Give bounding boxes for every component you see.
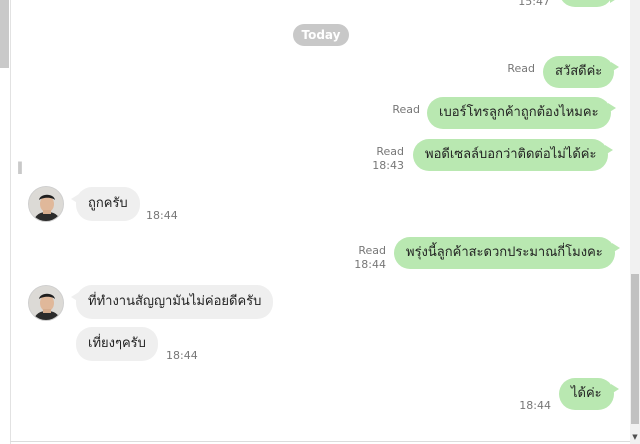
message-bubble-outgoing[interactable]: พรุ่งนี้ลูกค้าสะดวกประมาณกี่โมงคะ xyxy=(394,237,620,269)
scroll-down-arrow-icon[interactable]: ▼ xyxy=(631,432,639,442)
message-time: 15:47 xyxy=(518,0,550,8)
message-time: 18:43 xyxy=(372,159,404,172)
message-time: 18:44 xyxy=(354,258,386,271)
message-bubble-outgoing[interactable]: สวัสดีค่ะ xyxy=(543,56,620,88)
message-bubble-outgoing-partial xyxy=(559,0,618,7)
read-receipt: Read xyxy=(392,103,420,116)
avatar[interactable] xyxy=(28,186,64,222)
left-panel-edge xyxy=(0,0,12,444)
message-bubble-outgoing[interactable]: ได้ค่ะ xyxy=(559,378,619,410)
message-time: 18:44 xyxy=(146,209,178,222)
panel-divider xyxy=(10,0,11,444)
message-bubble-outgoing[interactable]: เบอร์โทรลูกค้าถูกต้องไหมคะ xyxy=(427,97,616,129)
avatar-image xyxy=(29,286,63,320)
chat-bottom-border xyxy=(10,441,630,442)
read-receipt: Read xyxy=(358,244,386,257)
date-divider: Today xyxy=(293,24,349,46)
message-bubble-incoming[interactable]: เที่ยงๆครับ xyxy=(76,327,158,361)
message-time: 18:44 xyxy=(166,349,198,362)
read-receipt: Read xyxy=(507,62,535,75)
message-bubble-outgoing[interactable]: พอดีเซลล์บอกว่าติดต่อไม่ได้ค่ะ xyxy=(413,139,614,171)
read-receipt: Read xyxy=(376,145,404,158)
message-bubble-incoming[interactable]: ที่ทำงานสัญญามันไม่ค่อยดีครับ xyxy=(70,285,274,319)
avatar[interactable] xyxy=(28,285,64,321)
grip-icon[interactable]: ‖ xyxy=(17,161,23,173)
message-time: 18:44 xyxy=(519,399,551,412)
avatar-image xyxy=(29,187,63,221)
left-panel-scroll-strip xyxy=(0,0,9,68)
scrollbar-thumb[interactable] xyxy=(631,274,639,424)
chat-scrollbar[interactable]: ▼ xyxy=(630,0,640,444)
message-bubble-incoming[interactable]: ถูกครับ xyxy=(71,187,140,221)
